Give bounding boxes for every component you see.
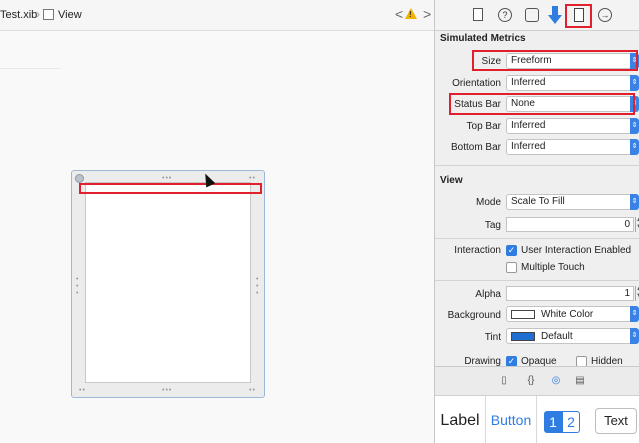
size-highlight: [472, 50, 638, 71]
alpha-field[interactable]: 1: [506, 286, 634, 301]
resize-handle-corner-tr[interactable]: ••: [249, 175, 256, 182]
forward-icon[interactable]: >: [423, 6, 431, 22]
file-template-icon[interactable]: ▯: [498, 375, 510, 387]
inspector-pane: ? → Simulated Metrics Size Freeform ⇕ Or…: [434, 0, 639, 443]
alpha-label: Alpha: [475, 289, 501, 300]
tint-label: Tint: [484, 332, 501, 343]
interaction-label: Interaction: [454, 245, 501, 256]
resize-handle-bottom[interactable]: •••: [162, 387, 172, 394]
multiple-touch-checkbox[interactable]: [506, 262, 517, 273]
chevron-updown-icon: ⇕: [630, 75, 639, 91]
jumpbar-view[interactable]: View: [58, 9, 82, 21]
chevron-updown-icon: ⇕: [630, 328, 639, 344]
segment-1: 1: [544, 411, 562, 433]
background-swatch: [511, 310, 535, 319]
jump-bar: Test.xib › View < ! >: [0, 0, 434, 31]
chevron-right-icon: ›: [36, 7, 40, 21]
user-interaction-checkbox[interactable]: ✓: [506, 245, 517, 256]
object-library: ▯ {} ◎ ▤ Label Button 1 2 Text: [435, 366, 639, 443]
interface-builder-canvas[interactable]: Test.xib › View < ! > ••• ••• • • • • • • ••…: [0, 0, 434, 443]
identity-inspector-icon[interactable]: [525, 8, 539, 22]
jumpbar-file[interactable]: Test.xib: [0, 9, 37, 21]
object-library-icon[interactable]: ◎: [550, 375, 562, 387]
tint-swatch: [511, 332, 535, 341]
close-icon[interactable]: [75, 174, 84, 183]
tint-color-name: Default: [541, 331, 573, 342]
view-icon: [43, 9, 54, 20]
inspector-tabs: ? →: [435, 0, 639, 31]
media-library-icon[interactable]: ▤: [574, 375, 586, 387]
top-bar-popup[interactable]: Inferred ⇕: [506, 118, 639, 134]
section-view: View: [440, 175, 463, 186]
background-color-name: White Color: [541, 309, 594, 320]
back-icon[interactable]: <: [395, 6, 403, 22]
tag-field[interactable]: 0: [506, 217, 634, 232]
section-divider: [435, 165, 639, 166]
view-content[interactable]: [85, 182, 251, 383]
orientation-label: Orientation: [452, 78, 501, 89]
help-icon[interactable]: ?: [498, 8, 512, 22]
resize-handle-corner-br[interactable]: ••: [249, 387, 256, 394]
connections-inspector-icon[interactable]: →: [598, 8, 612, 22]
code-snippet-icon[interactable]: {}: [525, 375, 537, 387]
size-tab-highlight: [565, 4, 592, 28]
resize-handle-top[interactable]: •••: [162, 175, 172, 182]
mode-label: Mode: [475, 197, 501, 208]
attributes-inspector-icon[interactable]: [548, 6, 562, 24]
file-inspector-icon[interactable]: [473, 8, 483, 21]
section-simulated-metrics: Simulated Metrics: [440, 33, 526, 44]
chevron-updown-icon: ⇕: [630, 306, 639, 322]
chevron-updown-icon: ⇕: [630, 194, 639, 210]
tag-stepper[interactable]: ▲ ▼: [635, 217, 639, 232]
multiple-touch-label: Multiple Touch: [521, 262, 585, 273]
library-button-item[interactable]: Button: [486, 396, 537, 443]
library-items: Label Button 1 2 Text: [435, 395, 639, 443]
user-interaction-label: User Interaction Enabled: [521, 245, 632, 256]
library-textfield-item[interactable]: Text: [595, 408, 637, 434]
section-divider: [435, 280, 639, 281]
canvas-guide: [0, 68, 60, 69]
orientation-popup[interactable]: Inferred ⇕: [506, 75, 639, 91]
resize-handle-corner-bl[interactable]: ••: [79, 387, 86, 394]
library-label-item[interactable]: Label: [435, 396, 486, 443]
tag-label: Tag: [484, 220, 501, 231]
alpha-stepper[interactable]: ▲ ▼: [635, 286, 639, 301]
resize-handle-left[interactable]: • • •: [76, 276, 80, 297]
status-bar-highlight: [449, 93, 635, 115]
chevron-updown-icon: ⇕: [630, 118, 639, 134]
section-divider: [435, 238, 639, 239]
resize-handle-right[interactable]: • • •: [256, 276, 260, 297]
top-bar-label: Top Bar: [466, 121, 501, 132]
segment-2: 2: [562, 411, 580, 433]
chevron-updown-icon: ⇕: [630, 139, 639, 155]
status-bar-highlight: [79, 183, 262, 194]
mode-popup[interactable]: Scale To Fill ⇕: [506, 194, 639, 210]
bottom-bar-popup[interactable]: Inferred ⇕: [506, 139, 639, 155]
background-label: Background: [447, 310, 501, 321]
bottom-bar-label: Bottom Bar: [450, 142, 501, 153]
